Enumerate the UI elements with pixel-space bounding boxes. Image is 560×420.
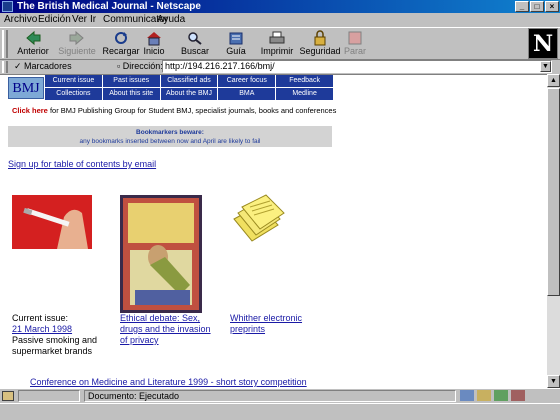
discussion-icon[interactable] bbox=[494, 390, 508, 401]
print-icon bbox=[269, 31, 285, 44]
current-issue-date-link[interactable]: 21 March 1998 bbox=[12, 324, 102, 335]
maximize-button[interactable]: □ bbox=[530, 1, 544, 12]
bmj-nav-grid: Current issue Past issues Classified ads… bbox=[45, 75, 333, 100]
scroll-up-icon[interactable]: ▲ bbox=[547, 74, 560, 87]
url-text: http://194.216.217.166/bmj/ bbox=[165, 61, 275, 71]
scroll-thumb[interactable] bbox=[547, 88, 560, 296]
menu-edicion[interactable]: Edición bbox=[38, 14, 71, 25]
progress-bar bbox=[18, 390, 80, 402]
print-label: Imprimir bbox=[260, 46, 294, 56]
address-label-text: Dirección: bbox=[122, 61, 163, 71]
status-message: Documento: Ejecutado bbox=[84, 390, 456, 402]
search-button[interactable]: Buscar bbox=[172, 30, 218, 60]
url-input[interactable]: http://194.216.217.166/bmj/ ▼ bbox=[162, 60, 552, 73]
home-label: Inicio bbox=[143, 46, 165, 56]
bookmark-warning-box: Bookmarkers beware: any bookmarks insert… bbox=[8, 126, 332, 147]
preprints-link[interactable]: Whither electronic preprints bbox=[230, 313, 320, 335]
bookmarks-label: Marcadores bbox=[24, 61, 72, 71]
security-lock-icon bbox=[314, 30, 326, 46]
bmj-logo[interactable]: BMJ bbox=[8, 77, 44, 99]
print-button[interactable]: Imprimir bbox=[254, 30, 300, 60]
warning-text: any bookmarks inserted between now and A… bbox=[79, 138, 261, 145]
bookmarks-button[interactable]: ✓ Marcadores bbox=[14, 61, 72, 72]
stop-icon bbox=[348, 31, 362, 45]
home-icon bbox=[147, 32, 161, 46]
publishing-group-line: Click here for BMJ Publishing Group for … bbox=[12, 106, 336, 115]
guide-label: Guía bbox=[226, 46, 246, 56]
url-dropdown-arrow-icon[interactable]: ▼ bbox=[540, 61, 551, 72]
warning-heading: Bookmarkers beware: bbox=[136, 129, 204, 136]
smoking-hand-image[interactable] bbox=[12, 195, 92, 249]
search-label: Buscar bbox=[180, 46, 209, 56]
nav-past-issues[interactable]: Past issues bbox=[102, 75, 160, 87]
navigation-toolbar: Anterior Siguiente Recargar Inicio Busca… bbox=[0, 27, 560, 60]
menu-ir[interactable]: Ir bbox=[90, 14, 96, 25]
nav-medline[interactable]: Medline bbox=[276, 88, 333, 100]
preprints-caption: Whither electronic preprints bbox=[230, 313, 320, 335]
home-button[interactable]: Inicio bbox=[131, 30, 177, 60]
menu-ver[interactable]: Ver bbox=[72, 14, 87, 25]
forward-arrow-icon bbox=[69, 30, 84, 46]
component-bar bbox=[460, 390, 558, 402]
ethical-debate-link[interactable]: Ethical debate: Sex, drugs and the invas… bbox=[120, 313, 220, 346]
minimize-button[interactable]: _ bbox=[515, 1, 529, 12]
nav-feedback[interactable]: Feedback bbox=[276, 75, 333, 87]
taskbar-strip bbox=[0, 403, 560, 420]
stop-button[interactable]: Parar bbox=[332, 30, 378, 60]
window-title: The British Medical Journal - Netscape bbox=[17, 1, 201, 12]
menu-bar: Archivo Edición Ver Ir Communicator Ayud… bbox=[0, 13, 560, 27]
status-bar: Documento: Ejecutado bbox=[0, 388, 560, 403]
vertical-scrollbar[interactable]: ▲ ▼ bbox=[547, 74, 560, 388]
ethical-debate-caption: Ethical debate: Sex, drugs and the invas… bbox=[120, 313, 220, 346]
click-here-link[interactable]: Click here bbox=[12, 106, 48, 115]
page-content: BMJ Current issue Past issues Classified… bbox=[0, 74, 547, 388]
netscape-n-logo[interactable]: N bbox=[528, 28, 558, 59]
back-button[interactable]: Anterior bbox=[10, 30, 56, 60]
preprints-papers-icon[interactable] bbox=[230, 193, 288, 245]
address-label: ▫ Dirección: bbox=[117, 61, 163, 71]
composer-icon[interactable] bbox=[511, 390, 525, 401]
stop-label: Parar bbox=[343, 46, 366, 56]
nav-about-site[interactable]: About this site bbox=[102, 88, 160, 100]
current-issue-caption: Current issue: 21 March 1998 Passive smo… bbox=[12, 313, 102, 357]
toolbar-grip[interactable] bbox=[2, 30, 8, 58]
forward-button[interactable]: Siguiente bbox=[54, 30, 100, 60]
search-icon bbox=[188, 32, 202, 45]
scroll-down-icon[interactable]: ▼ bbox=[547, 375, 560, 388]
mail-icon[interactable] bbox=[477, 390, 491, 401]
back-label: Anterior bbox=[17, 46, 49, 56]
menu-archivo[interactable]: Archivo bbox=[4, 14, 37, 25]
current-issue-description: Passive smoking and supermarket brands bbox=[12, 335, 98, 356]
nav-about-bmj[interactable]: About the BMJ bbox=[160, 88, 218, 100]
menu-ayuda[interactable]: Ayuda bbox=[157, 14, 185, 25]
guide-icon bbox=[229, 32, 243, 45]
forward-label: Siguiente bbox=[58, 46, 96, 56]
conference-link[interactable]: Conference on Medicine and Literature 19… bbox=[30, 377, 307, 387]
title-bar: The British Medical Journal - Netscape _… bbox=[0, 0, 560, 13]
publishing-group-text: for BMJ Publishing Group for Student BMJ… bbox=[47, 106, 337, 115]
netscape-app-icon[interactable] bbox=[2, 1, 13, 12]
location-bar: ✓ Marcadores ▫ Dirección: http://194.216… bbox=[0, 60, 560, 74]
nav-classified-ads[interactable]: Classified ads bbox=[160, 75, 218, 87]
nav-bma[interactable]: BMA bbox=[218, 88, 276, 100]
back-arrow-icon bbox=[26, 30, 41, 46]
close-button[interactable]: × bbox=[545, 1, 559, 12]
reload-icon bbox=[115, 32, 127, 44]
current-issue-label: Current issue: bbox=[12, 313, 69, 323]
location-grip[interactable] bbox=[2, 61, 8, 73]
nav-current-issue[interactable]: Current issue bbox=[45, 75, 102, 87]
signup-toc-link[interactable]: Sign up for table of contents by email bbox=[8, 159, 156, 169]
bookmark-icon: ✓ bbox=[14, 61, 25, 71]
navigator-icon[interactable] bbox=[460, 390, 474, 401]
nav-career-focus[interactable]: Career focus bbox=[218, 75, 276, 87]
security-status-icon[interactable] bbox=[2, 391, 14, 401]
guide-button[interactable]: Guía bbox=[213, 30, 259, 60]
ethical-debate-illustration[interactable] bbox=[120, 195, 202, 313]
nav-collections[interactable]: Collections bbox=[45, 88, 102, 100]
